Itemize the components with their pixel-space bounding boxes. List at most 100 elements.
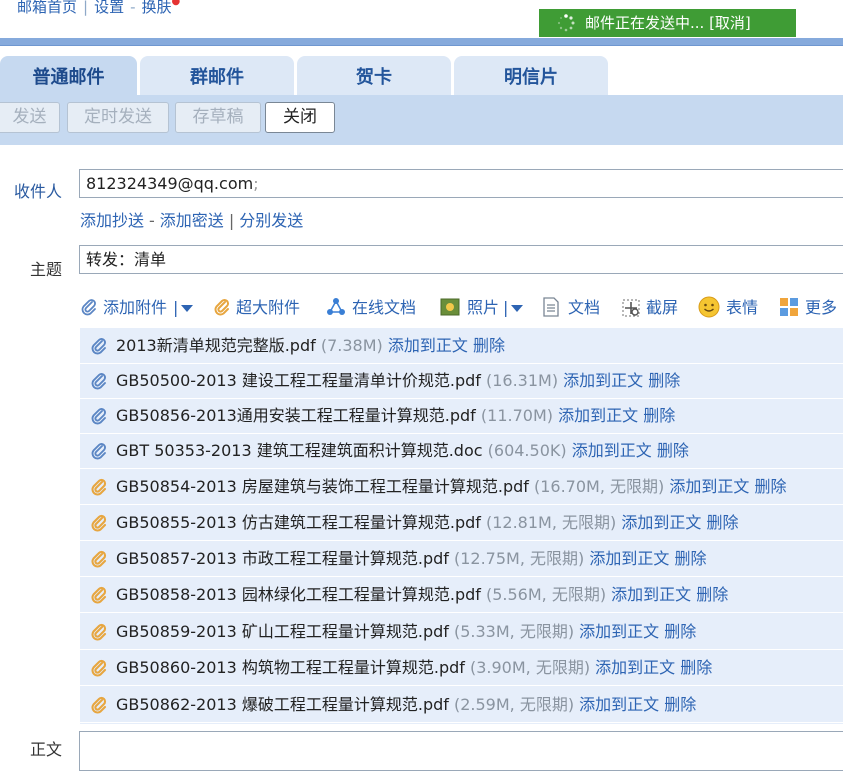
large-attachment-label: 超大附件 — [236, 298, 301, 317]
large-paperclip-icon — [91, 478, 107, 496]
attachment-size: (16.31M) — [485, 371, 559, 390]
add-to-body-link[interactable]: 添加到正文 — [595, 658, 675, 677]
add-to-body-link[interactable]: 添加到正文 — [611, 585, 691, 604]
attachment-row: GB50862-2013 爆破工程工程量计算规范.pdf (2.59M, 无限期… — [80, 687, 843, 723]
add-to-body-link[interactable]: 添加到正文 — [558, 406, 638, 425]
add-to-body-link[interactable]: 添加到正文 — [669, 477, 749, 496]
delete-attachment-link[interactable]: 删除 — [657, 441, 689, 460]
attachment-row: 2013新清单规范完整版.pdf (7.38M) 添加到正文 删除 — [80, 328, 843, 364]
attachment-row: GB50500-2013 建设工程工程量清单计价规范.pdf (16.31M) … — [80, 363, 843, 399]
recipient-address: 812324349@qq.com — [86, 174, 254, 193]
add-cc-link[interactable]: 添加抄送 — [80, 211, 144, 230]
add-to-body-link[interactable]: 添加到正文 — [572, 441, 652, 460]
tab-group-mail[interactable]: 群邮件 — [140, 56, 294, 96]
attachment-row: GB50855-2013 仿古建筑工程工程量计算规范.pdf (12.81M, … — [80, 505, 843, 541]
delete-attachment-link[interactable]: 删除 — [696, 585, 728, 604]
delete-attachment-link[interactable]: 删除 — [754, 477, 786, 496]
body-editor[interactable] — [79, 731, 843, 771]
delete-attachment-link[interactable]: 删除 — [473, 336, 505, 355]
large-paperclip-icon — [214, 298, 230, 316]
recipient-input[interactable]: 812324349@qq.com; — [79, 169, 843, 198]
top-links-separator: - — [130, 0, 136, 16]
send-button[interactable]: 发送 — [0, 102, 60, 133]
attachment-name: GB50858-2013 园林绿化工程工程量计算规范.pdf (5.56M, 无… — [116, 585, 729, 604]
attachment-name: GB50862-2013 爆破工程工程量计算规范.pdf (2.59M, 无限期… — [116, 695, 697, 714]
emoji-label: 表情 — [726, 298, 759, 317]
compose-tabs: 普通邮件 群邮件 贺卡 明信片 — [0, 56, 843, 96]
add-attachment-label: 添加附件 — [103, 298, 168, 317]
delete-attachment-link[interactable]: 删除 — [680, 658, 712, 677]
add-to-body-link[interactable]: 添加到正文 — [621, 513, 701, 532]
document-icon — [543, 297, 559, 317]
recipient-options-separator: - — [149, 211, 155, 230]
attachment-row: GB50859-2013 矿山工程工程量计算规范.pdf (5.33M, 无限期… — [80, 614, 843, 650]
photo-label: 照片 — [467, 298, 500, 317]
close-button[interactable]: 关闭 — [265, 102, 335, 133]
delete-attachment-link[interactable]: 删除 — [643, 406, 675, 425]
add-to-body-link[interactable]: 添加到正文 — [388, 336, 468, 355]
grid-icon — [780, 298, 798, 316]
sending-status-text[interactable]: 邮件正在发送中... [取消] — [585, 14, 751, 32]
large-paperclip-icon — [91, 659, 107, 677]
delete-attachment-link[interactable]: 删除 — [706, 513, 738, 532]
attachment-name: GB50855-2013 仿古建筑工程工程量计算规范.pdf (12.81M, … — [116, 513, 739, 532]
attachment-row: GB50860-2013 构筑物工程工程量计算规范.pdf (3.90M, 无限… — [80, 650, 843, 686]
tool-separator: | — [503, 298, 509, 317]
add-bcc-link[interactable]: 添加密送 — [160, 211, 224, 230]
attachment-size: (3.90M, 无限期) — [469, 658, 591, 677]
paperclip-icon — [91, 338, 106, 355]
add-to-body-link[interactable]: 添加到正文 — [563, 371, 643, 390]
delete-attachment-link[interactable]: 删除 — [674, 549, 706, 568]
attachment-size: (11.70M) — [480, 406, 553, 425]
delete-attachment-link[interactable]: 删除 — [648, 371, 680, 390]
paperclip-icon — [91, 443, 106, 460]
attachment-size: (7.38M) — [320, 336, 383, 355]
paperclip-icon — [81, 299, 96, 316]
tab-postcard[interactable]: 明信片 — [454, 56, 608, 96]
attachment-row: GB50854-2013 房屋建筑与装饰工程工程量计算规范.pdf (16.70… — [80, 469, 843, 505]
top-links-separator: | — [83, 0, 89, 16]
mailbox-home-link[interactable]: 邮箱首页 — [17, 0, 77, 16]
delete-attachment-link[interactable]: 删除 — [664, 695, 696, 714]
scissors-icon — [622, 299, 640, 317]
attachment-name: GBT 50353-2013 建筑工程建筑面积计算规范.doc (604.50K… — [116, 441, 689, 460]
recipient-separator: ; — [253, 174, 259, 193]
attachment-row: GB50856-2013通用安装工程工程量计算规范.pdf (11.70M) 添… — [80, 398, 843, 434]
recipient-options-separator: | — [228, 211, 235, 230]
more-label: 更多 — [805, 298, 838, 317]
attachment-name: GB50856-2013通用安装工程工程量计算规范.pdf (11.70M) 添… — [116, 406, 676, 425]
save-draft-button[interactable]: 存草稿 — [175, 102, 261, 133]
attachment-name: GB50859-2013 矿山工程工程量计算规范.pdf (5.33M, 无限期… — [116, 622, 697, 641]
compose-toolbar: 发送 定时发送 存草稿 关闭 — [0, 95, 843, 145]
delete-attachment-link[interactable]: 删除 — [664, 622, 696, 641]
settings-link[interactable]: 设置 — [94, 0, 124, 16]
new-dot-badge: ● — [171, 0, 181, 7]
large-paperclip-icon — [91, 696, 107, 714]
body-label: 正文 — [30, 740, 63, 759]
header-divider-bar — [0, 38, 843, 46]
smiley-icon — [698, 296, 720, 318]
attachment-row: GB50858-2013 园林绿化工程工程量计算规范.pdf (5.56M, 无… — [80, 577, 843, 613]
separate-send-link[interactable]: 分别发送 — [239, 211, 303, 230]
add-to-body-link[interactable]: 添加到正文 — [579, 622, 659, 641]
attachment-size: (12.75M, 无限期) — [453, 549, 585, 568]
add-to-body-link[interactable]: 添加到正文 — [579, 695, 659, 714]
attachment-size: (604.50K) — [487, 441, 567, 460]
attachment-size: (5.56M, 无限期) — [485, 585, 607, 604]
caret-down-icon — [181, 305, 193, 312]
scheduled-send-button[interactable]: 定时发送 — [67, 102, 169, 133]
share-nodes-icon — [327, 298, 345, 315]
tab-greeting-card[interactable]: 贺卡 — [297, 56, 451, 96]
add-to-body-link[interactable]: 添加到正文 — [589, 549, 669, 568]
attachment-size: (12.81M, 无限期) — [485, 513, 617, 532]
tab-normal-mail[interactable]: 普通邮件 — [0, 56, 137, 96]
attachment-name: GB50860-2013 构筑物工程工程量计算规范.pdf (3.90M, 无限… — [116, 658, 713, 677]
change-skin-link[interactable]: 换肤 — [142, 0, 172, 16]
attachment-size: (5.33M, 无限期) — [453, 622, 575, 641]
subject-input[interactable]: 转发：清单 — [79, 245, 843, 274]
tool-separator: | — [173, 298, 179, 317]
attachment-name: GB50857-2013 市政工程工程量计算规范.pdf (12.75M, 无限… — [116, 549, 707, 568]
paperclip-icon — [91, 408, 106, 425]
attachment-row: GBT 50353-2013 建筑工程建筑面积计算规范.doc (604.50K… — [80, 433, 843, 469]
attachment-list: 2013新清单规范完整版.pdf (7.38M) 添加到正文 删除 GB50500… — [80, 328, 843, 724]
